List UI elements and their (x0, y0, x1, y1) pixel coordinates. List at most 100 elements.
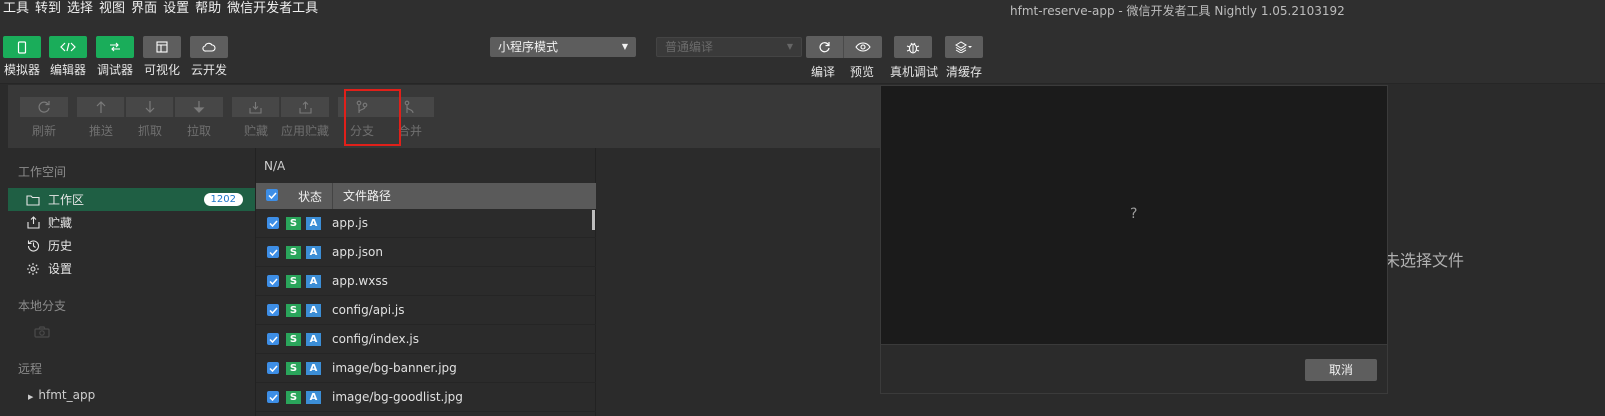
branch-highlight-box (344, 89, 401, 146)
added-tag: A (306, 275, 321, 288)
file-checkbox[interactable] (267, 304, 279, 316)
file-row[interactable]: S A config/index.js (256, 325, 596, 354)
refresh-icon (37, 100, 51, 114)
menu-item-select[interactable]: 选择 (64, 0, 96, 20)
cloud-icon (202, 42, 216, 52)
remote-item-label: hfmt_app (38, 388, 96, 402)
header-status: 状态 (298, 190, 323, 204)
file-checkbox[interactable] (267, 362, 279, 374)
git-pull-label: 拉取 (186, 124, 211, 138)
sidebar-item-workspace-label: 工作区 (48, 193, 85, 207)
staged-tag: S (286, 275, 301, 288)
sidebar-item-history[interactable]: 历史 (8, 234, 255, 257)
editor-button[interactable] (49, 36, 87, 58)
git-pull-tool[interactable]: 拉取 (175, 97, 223, 139)
file-row[interactable]: S A app.wxss (256, 267, 596, 296)
file-row[interactable]: S A image/bg-banner.jpg (256, 354, 596, 383)
git-pull-button[interactable] (175, 97, 223, 117)
menu-item-help[interactable]: 帮助 (192, 0, 224, 20)
cancel-button[interactable]: 取消 (1305, 359, 1377, 381)
git-stash-button[interactable] (232, 97, 280, 117)
menu-item-view[interactable]: 视图 (96, 0, 128, 20)
cloud-button[interactable] (190, 36, 228, 58)
bug-icon (906, 41, 920, 54)
file-row[interactable]: S A app.json (256, 238, 596, 267)
caret-right-icon: ▶ (28, 393, 34, 401)
git-apply-stash-button[interactable] (281, 97, 329, 117)
added-tag: A (306, 362, 321, 375)
menu-item-wechat-devtools[interactable]: 微信开发者工具 (224, 0, 321, 20)
select-all-checkbox[interactable] (266, 189, 278, 201)
simulator-button[interactable] (3, 36, 41, 58)
debugger-tool[interactable]: 调试器 (96, 36, 134, 78)
simulator-tool[interactable]: 模拟器 (3, 36, 41, 78)
sidebar-item-settings[interactable]: 设置 (8, 257, 255, 280)
history-icon (26, 239, 40, 253)
menu-item-tools[interactable]: 工具 (0, 0, 32, 20)
file-checkbox[interactable] (267, 246, 279, 258)
git-fetch-label: 抓取 (137, 124, 162, 138)
debugger-button[interactable] (96, 36, 134, 58)
added-tag: A (306, 246, 321, 259)
simulator-label: 模拟器 (3, 63, 40, 77)
menu-item-interface[interactable]: 界面 (128, 0, 160, 20)
refresh-icon (818, 41, 831, 54)
file-checkbox[interactable] (267, 217, 279, 229)
cloud-tool[interactable]: 云开发 (190, 36, 228, 78)
file-row[interactable]: S A image/bg-goodlist.jpg (256, 383, 596, 412)
compile-select[interactable]: 普通编译 ▼ (656, 37, 802, 57)
file-row[interactable]: S A config/api.js (256, 296, 596, 325)
layers-icon (955, 41, 973, 53)
sidebar-item-history-label: 历史 (48, 239, 73, 253)
git-stash-label: 贮藏 (243, 124, 268, 138)
real-debug-button[interactable] (894, 36, 932, 58)
local-branch-title: 本地分支 (18, 299, 67, 313)
staged-tag: S (286, 246, 301, 259)
staged-tag: S (286, 304, 301, 317)
sidebar-item-stash[interactable]: 贮藏 (8, 211, 255, 234)
git-refresh-button[interactable] (20, 97, 68, 117)
file-checkbox[interactable] (267, 275, 279, 287)
staged-tag: S (286, 362, 301, 375)
pull-icon (193, 100, 205, 114)
visual-tool[interactable]: 可视化 (143, 36, 181, 78)
added-tag: A (306, 391, 321, 404)
modal-placeholder-text: ? (1130, 206, 1138, 222)
file-path: app.js (332, 216, 368, 230)
file-row[interactable]: S A app.js (256, 209, 596, 238)
sidebar-item-workspace[interactable]: 工作区 1202 (8, 188, 255, 211)
debugger-label: 调试器 (96, 63, 133, 77)
clear-cache-label: 清缓存 (946, 65, 983, 79)
layout-icon (156, 41, 168, 53)
git-fetch-button[interactable] (126, 97, 174, 117)
git-push-tool[interactable]: 推送 (77, 97, 125, 139)
git-sidebar: 工作空间 工作区 1202 贮藏 历史 设置 本地分支 远程 ▶ hfmt_app (8, 148, 255, 416)
visual-button[interactable] (143, 36, 181, 58)
file-checkbox[interactable] (267, 333, 279, 345)
git-apply-stash-label: 应用贮藏 (281, 124, 330, 138)
git-refresh-tool[interactable]: 刷新 (20, 97, 68, 139)
remote-title: 远程 (18, 362, 43, 376)
menu-item-goto[interactable]: 转到 (32, 0, 64, 20)
modal-dialog: ? 取消 (880, 85, 1388, 394)
mode-select[interactable]: 小程序模式 ▼ (490, 37, 636, 57)
clear-cache-button[interactable] (945, 36, 983, 58)
menu: 工具 转到 选择 视图 界面 设置 帮助 微信开发者工具 (0, 0, 321, 20)
staged-tag: S (286, 391, 301, 404)
file-list-header: 状态 文件路径 (256, 183, 596, 209)
file-checkbox[interactable] (267, 391, 279, 403)
git-push-button[interactable] (77, 97, 125, 117)
git-panel: 刷新 推送 抓取 拉取 贮藏 应用贮藏 分支 合并 工作空间 工作区 1202 … (0, 85, 880, 416)
git-apply-stash-tool[interactable]: 应用贮藏 (281, 97, 329, 139)
remote-item-hfmt-app[interactable]: ▶ hfmt_app (28, 388, 95, 402)
compile-button[interactable] (806, 36, 844, 58)
git-stash-tool[interactable]: 贮藏 (232, 97, 280, 139)
preview-button[interactable] (844, 36, 882, 58)
current-branch: N/A (264, 159, 286, 173)
menu-item-settings[interactable]: 设置 (160, 0, 192, 20)
header-path: 文件路径 (332, 183, 391, 209)
camera-icon (34, 326, 50, 338)
sidebar-item-stash-label: 贮藏 (48, 216, 73, 230)
git-fetch-tool[interactable]: 抓取 (126, 97, 174, 139)
editor-tool[interactable]: 编辑器 (49, 36, 87, 78)
